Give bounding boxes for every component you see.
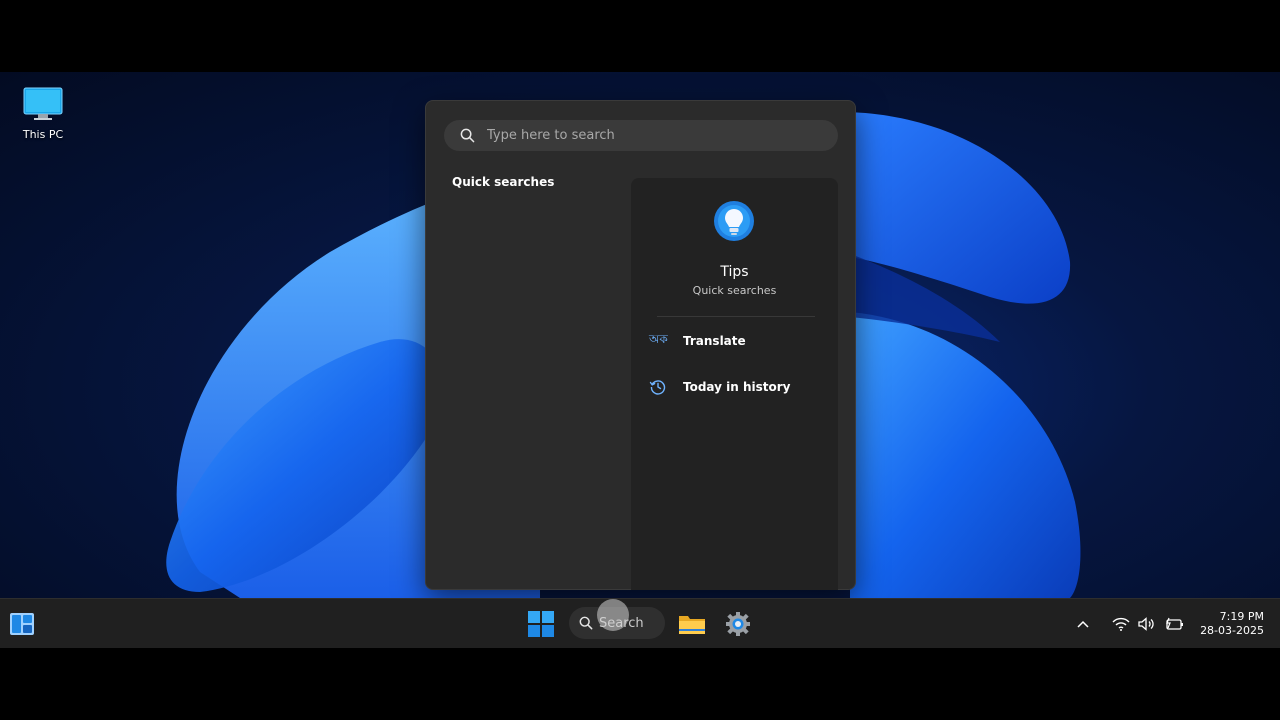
widgets-icon (10, 613, 34, 635)
tips-item-label: Today in history (683, 380, 791, 394)
settings-button[interactable] (724, 610, 752, 638)
tips-item-today-in-history[interactable]: Today in history (649, 372, 824, 402)
chevron-up-icon (1077, 620, 1089, 628)
tips-subtitle: Quick searches (692, 284, 777, 297)
quick-searches-heading: Quick searches (452, 175, 555, 189)
windows-start-icon (528, 611, 554, 637)
file-explorer-icon (679, 616, 705, 634)
tips-item-label: Translate (683, 334, 746, 348)
divider (657, 316, 815, 317)
system-tray: 7:19 PM 28-03-2025 (1068, 599, 1264, 649)
taskbar: Search (0, 598, 1280, 648)
lightbulb-icon (714, 201, 754, 241)
wifi-icon (1112, 617, 1130, 631)
tips-card: Tips Quick searches অক Translate Today i… (631, 178, 838, 590)
search-box[interactable] (444, 120, 838, 151)
monitor-icon (23, 87, 63, 120)
desktop-icon-this-pc[interactable]: This PC (14, 86, 72, 141)
search-icon (460, 128, 475, 143)
battery-button[interactable] (1164, 617, 1184, 631)
search-flyout: Quick searches Tips Quick searches অক Tr… (425, 100, 856, 590)
start-button[interactable] (526, 610, 556, 638)
clock[interactable]: 7:19 PM 28-03-2025 (1200, 610, 1264, 638)
search-icon (579, 616, 593, 630)
volume-button[interactable] (1138, 617, 1156, 631)
clock-time: 7:19 PM (1219, 610, 1264, 623)
tips-title: Tips (720, 264, 749, 280)
clock-date: 28-03-2025 (1200, 624, 1264, 637)
show-hidden-icons-button[interactable] (1076, 619, 1090, 629)
speaker-icon (1138, 617, 1154, 631)
tips-item-translate[interactable]: অক Translate (649, 326, 824, 356)
file-explorer-button[interactable] (678, 610, 706, 638)
touch-indicator (597, 599, 629, 631)
desktop-icon-label: This PC (22, 128, 64, 141)
network-button[interactable] (1112, 617, 1130, 631)
search-input[interactable] (485, 127, 809, 144)
translate-icon: অক (649, 332, 668, 346)
settings-icon (726, 612, 750, 636)
battery-charging-icon (1166, 617, 1184, 630)
history-icon (649, 378, 673, 396)
widgets-button[interactable] (8, 610, 36, 638)
